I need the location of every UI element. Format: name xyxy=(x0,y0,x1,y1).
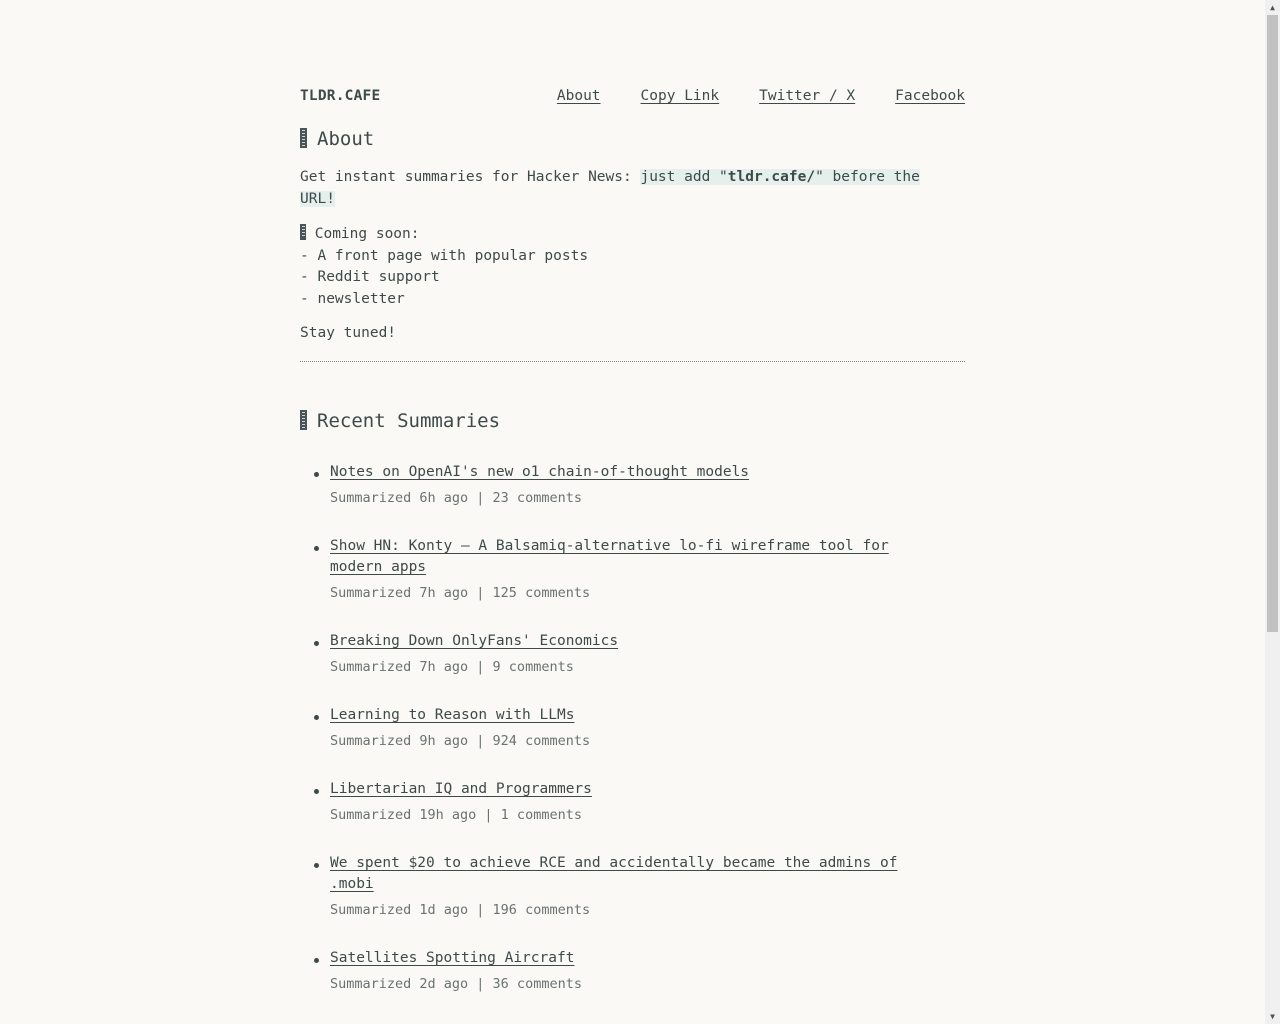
header-nav: About Copy Link Twitter / X Facebook xyxy=(557,88,965,104)
vertical-scrollbar[interactable]: ▲ ▼ xyxy=(1265,0,1280,1024)
summary-meta: Summarized 1d ago | 196 comments xyxy=(330,902,591,918)
summary-meta: Summarized 2d ago | 36 comments xyxy=(330,976,582,992)
summary-link[interactable]: Satellites Spotting Aircraft xyxy=(330,950,574,966)
missing-emoji-icon xyxy=(300,128,307,148)
scroll-up-arrow-icon[interactable]: ▲ xyxy=(1265,0,1280,15)
summary-list-item: Libertarian IQ and Programmers Summarize… xyxy=(300,779,920,824)
summary-meta: Summarized 7h ago | 9 comments xyxy=(330,659,574,675)
summaries-list: Notes on OpenAI's new o1 chain-of-though… xyxy=(300,462,920,1022)
scrollbar-thumb[interactable] xyxy=(1267,15,1278,632)
summary-list-item: Breaking Down OnlyFans' Economics Summar… xyxy=(300,631,920,676)
summary-list-item: Show HN: Konty – A Balsamiq-alternative … xyxy=(300,536,920,602)
nav-copy-link[interactable]: Copy Link xyxy=(641,88,720,104)
intro-prefix: Get instant summaries for Hacker News: xyxy=(300,169,641,185)
summary-link[interactable]: Show HN: Konty – A Balsamiq-alternative … xyxy=(330,538,889,575)
coming-soon-block: Coming soon: - A front page with popular… xyxy=(300,224,588,310)
summary-list-item: Learning to Reason with LLMs Summarized … xyxy=(300,705,920,750)
stay-tuned-text: Stay tuned! xyxy=(300,325,397,341)
about-heading: About xyxy=(300,128,374,150)
coming-soon-item: - Reddit support xyxy=(300,269,440,285)
coming-soon-item: - A front page with popular posts xyxy=(300,247,589,264)
summary-link[interactable]: Breaking Down OnlyFans' Economics xyxy=(330,633,618,649)
summary-meta: Summarized 6h ago | 23 comments xyxy=(330,490,582,506)
summary-list-item: Satellites Spotting Aircraft Summarized … xyxy=(300,948,920,993)
summary-meta: Summarized 7h ago | 125 comments xyxy=(330,585,591,601)
summary-link[interactable]: Libertarian IQ and Programmers xyxy=(330,781,592,797)
missing-emoji-icon xyxy=(300,224,306,240)
about-heading-label: About xyxy=(317,128,375,150)
coming-soon-item: - newsletter xyxy=(300,290,405,307)
intro-text: Get instant summaries for Hacker News: j… xyxy=(300,166,920,210)
missing-emoji-icon xyxy=(300,410,307,430)
summary-meta: Summarized 9h ago | 924 comments xyxy=(330,733,591,749)
summary-meta: Summarized 19h ago | 1 comments xyxy=(330,807,582,823)
nav-twitter-link[interactable]: Twitter / X xyxy=(759,88,855,104)
scroll-down-arrow-icon[interactable]: ▼ xyxy=(1265,1009,1280,1024)
coming-soon-title: Coming soon: xyxy=(314,226,420,242)
nav-about-link[interactable]: About xyxy=(557,88,601,104)
coming-soon-title-row: Coming soon: xyxy=(300,224,588,246)
recent-heading-label: Recent Summaries xyxy=(317,410,501,432)
summary-link[interactable]: Notes on OpenAI's new o1 chain-of-though… xyxy=(330,464,749,480)
summary-list-item: Notes on OpenAI's new o1 chain-of-though… xyxy=(300,462,920,507)
section-divider xyxy=(300,361,965,362)
site-header: TLDR.CAFE About Copy Link Twitter / X Fa… xyxy=(300,88,965,110)
site-brand[interactable]: TLDR.CAFE xyxy=(300,88,380,104)
summary-link[interactable]: Learning to Reason with LLMs xyxy=(330,707,574,723)
nav-facebook-link[interactable]: Facebook xyxy=(895,88,965,104)
summary-list-item: We spent $20 to achieve RCE and accident… xyxy=(300,853,920,919)
recent-summaries-heading: Recent Summaries xyxy=(300,410,500,432)
intro-code-before: just add " xyxy=(640,169,728,185)
intro-code-domain: tldr.cafe/ xyxy=(727,169,816,185)
summary-link[interactable]: We spent $20 to achieve RCE and accident… xyxy=(330,855,897,892)
